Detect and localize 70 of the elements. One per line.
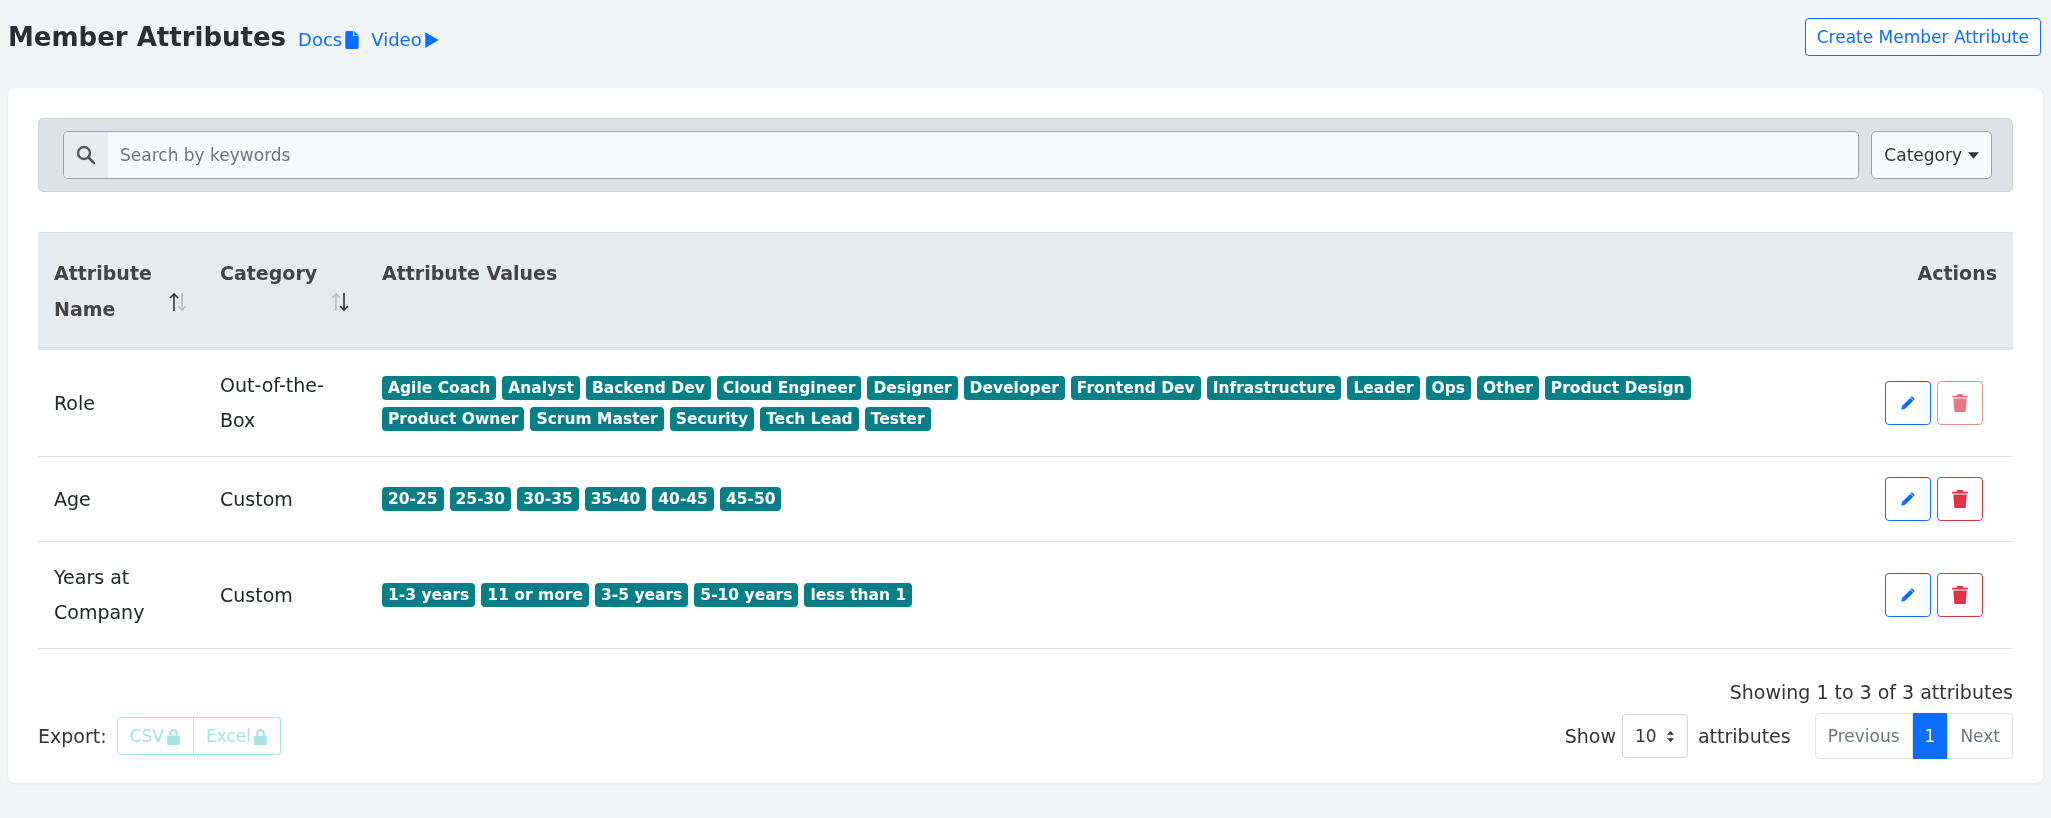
value-tag: 20-25: [382, 487, 444, 511]
attribute-name: Age: [54, 487, 91, 510]
value-tag: Leader: [1347, 375, 1420, 400]
pencil-icon: [1899, 586, 1917, 604]
value-tag: Tech Lead: [760, 406, 859, 431]
column-header[interactable]: Attribute Name: [38, 232, 204, 349]
column-header: Actions: [1862, 232, 2013, 349]
category-text: Custom: [220, 583, 293, 606]
value-tag: Analyst: [502, 375, 580, 400]
value-tag: Product Owner: [382, 406, 525, 431]
value-tag: Product Design: [1544, 375, 1691, 400]
delete-button[interactable]: [1937, 573, 1983, 617]
value-tag: 25-30: [449, 487, 512, 511]
value-tag: 35-40: [584, 487, 647, 511]
value-tag: Other: [1477, 375, 1539, 400]
lock-icon: [165, 727, 181, 745]
trash-icon: [1952, 490, 1968, 508]
page-button[interactable]: 1: [1912, 713, 1948, 759]
page-size-select[interactable]: 10: [1621, 714, 1688, 758]
value-tag: 11 or more: [481, 583, 589, 607]
document-icon: [345, 30, 360, 49]
video-link[interactable]: Video: [371, 29, 439, 50]
page-title: Member Attributes: [8, 22, 287, 52]
category-text: Custom: [220, 487, 293, 510]
results-summary: Showing 1 to 3 of 3 attributes: [1729, 681, 2013, 703]
category-text: Out-of-the-Box: [220, 374, 324, 431]
value-tag: Frontend Dev: [1070, 375, 1201, 400]
search-field[interactable]: Search by keywords: [63, 131, 1860, 179]
search-icon: [76, 145, 96, 165]
value-tag: Developer: [963, 375, 1065, 400]
export-label: Export:: [38, 725, 107, 747]
value-tag: Designer: [867, 375, 958, 400]
caret-icon: [1968, 151, 1979, 159]
category-dropdown[interactable]: Category: [1871, 131, 1992, 179]
attributes-label: attributes: [1697, 725, 1791, 747]
value-tag: 5-10 years: [694, 583, 799, 607]
delete-button[interactable]: [1937, 477, 1983, 521]
value-tag: 1-3 years: [382, 583, 476, 607]
pencil-icon: [1899, 394, 1917, 412]
value-tag: 30-35: [517, 487, 579, 511]
column-header[interactable]: Category: [204, 232, 366, 349]
attribute-name: Role: [54, 391, 95, 414]
attribute-name: Years at Company: [54, 566, 145, 623]
value-tag: 3-5 years: [595, 583, 689, 607]
value-tag: Cloud Engineer: [716, 375, 862, 400]
value-tag: Security: [669, 406, 755, 431]
value-tag: 45-50: [719, 487, 782, 511]
value-tag: 40-45: [652, 487, 714, 511]
pencil-icon: [1899, 490, 1917, 508]
value-tag: Backend Dev: [585, 375, 711, 400]
value-tag: Infrastructure: [1206, 375, 1342, 400]
trash-icon: [1952, 394, 1968, 412]
value-tag: Scrum Master: [530, 406, 664, 431]
edit-button[interactable]: [1885, 381, 1931, 425]
column-header: Attribute Values: [366, 232, 1863, 349]
value-tag: less than 1: [804, 583, 913, 607]
trash-icon: [1952, 586, 1968, 604]
sort-caret-icon: [1665, 729, 1675, 743]
next-button[interactable]: Next: [1947, 713, 2013, 759]
value-tag: Agile Coach: [382, 375, 497, 400]
previous-button[interactable]: Previous: [1814, 713, 1913, 759]
value-tag: Tester: [864, 406, 931, 431]
edit-button[interactable]: [1885, 573, 1931, 617]
show-label: Show: [1564, 725, 1616, 747]
edit-button[interactable]: [1885, 477, 1931, 521]
create-attribute-button[interactable]: Create Member Attribute: [1804, 18, 2041, 56]
play-icon: [424, 30, 439, 49]
lock-icon: [252, 727, 268, 745]
docs-link[interactable]: Docs: [298, 29, 360, 50]
value-tag: Ops: [1425, 375, 1472, 400]
